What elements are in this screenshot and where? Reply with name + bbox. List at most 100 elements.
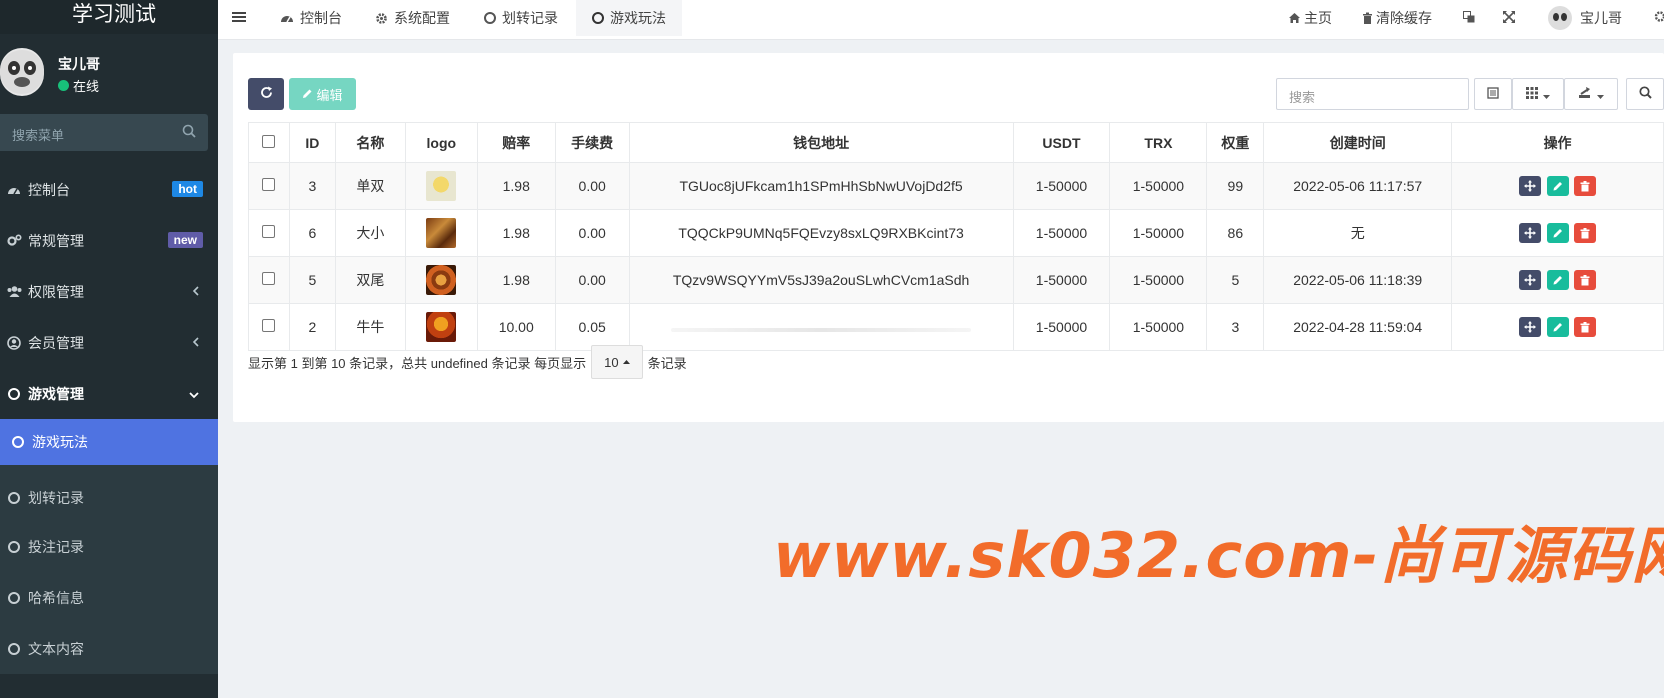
fullscreen-button[interactable]: [1503, 0, 1515, 36]
cell-fee: 0.00: [554, 209, 630, 257]
columns-dropdown[interactable]: [1512, 78, 1564, 110]
table-search-input[interactable]: 搜索: [1276, 78, 1469, 110]
table-row[interactable]: 6 大小 1.98 0.00 TQQCkP9UMNq5FQEvzy8sxLQ9R…: [248, 209, 1664, 257]
app-logo[interactable]: 学习测试: [0, 0, 218, 34]
table-header-row: ID 名称 logo 赔率 手续费 钱包地址 USDT TRX 权重 创建时间 …: [248, 122, 1664, 163]
cell-weight: 99: [1206, 162, 1265, 210]
watermark-text: www.sk032.com-尚可源码网: [773, 519, 1664, 592]
table-row[interactable]: 3 单双 1.98 0.00 TGUoc8jUFkcam1h1SPmHhSbNw…: [248, 162, 1664, 210]
table-row[interactable]: 5 双尾 1.98 0.00 TQzv9WSQYYmV5sJ39a2ouSLwh…: [248, 256, 1664, 304]
drag-sort-button[interactable]: [1518, 176, 1541, 196]
row-checkbox[interactable]: [262, 319, 276, 332]
drag-sort-button[interactable]: [1518, 317, 1541, 337]
hamburger-icon: [232, 10, 246, 26]
game-logo-image[interactable]: [426, 265, 457, 295]
sidebar-item-hash-info[interactable]: 哈希信息: [0, 572, 218, 623]
column-header[interactable]: 权重: [1206, 122, 1265, 163]
cell-trx: 1-50000: [1109, 162, 1208, 210]
select-all-checkbox[interactable]: [262, 134, 276, 148]
sidebar-item-text-content[interactable]: 文本内容: [0, 623, 218, 674]
cell-actions: [1451, 303, 1664, 351]
tab-dashboard[interactable]: 控制台: [280, 0, 342, 36]
tab-transfer-records[interactable]: 划转记录: [484, 0, 558, 36]
sidebar-search-input[interactable]: 搜索菜单: [0, 114, 208, 151]
sidebar-item-dashboard[interactable]: 控制台 hot: [0, 164, 218, 215]
sidebar-item-label: 常规管理: [28, 232, 84, 249]
trash-icon: [1580, 321, 1590, 332]
pencil-icon: [1553, 182, 1562, 191]
row-delete-button[interactable]: [1574, 223, 1597, 243]
sidebar-item-permission[interactable]: 权限管理: [0, 266, 218, 317]
select-all-cell: [248, 122, 290, 163]
toggle-view-button[interactable]: [1474, 78, 1512, 110]
column-header[interactable]: TRX: [1109, 122, 1208, 163]
cell-id: 3: [288, 162, 336, 210]
row-edit-button[interactable]: [1546, 223, 1569, 243]
row-checkbox[interactable]: [262, 272, 276, 285]
cell-name: 双尾: [334, 256, 406, 304]
advanced-search-button[interactable]: [1626, 78, 1664, 110]
chevron-down-icon: [188, 386, 200, 402]
column-header[interactable]: 手续费: [554, 122, 630, 163]
row-checkbox[interactable]: [262, 225, 276, 238]
settings-button[interactable]: [1654, 0, 1664, 36]
sidebar-submenu-game: 游戏玩法 划转记录 投注记录 哈希信息 文本内容: [0, 419, 218, 674]
row-edit-button[interactable]: [1546, 317, 1569, 337]
sidebar-item-game[interactable]: 游戏管理: [0, 368, 218, 419]
cell-logo: [404, 303, 478, 351]
circle-icon: [6, 641, 22, 657]
sidebar-item-transfer-records[interactable]: 划转记录: [0, 465, 218, 521]
menu-toggle-button[interactable]: [232, 0, 246, 36]
column-header[interactable]: ID: [288, 122, 336, 163]
sidebar-item-game-rules[interactable]: 游戏玩法: [0, 419, 218, 465]
table-row[interactable]: 2 牛牛 10.00 0.05 1-50000 1-50000 3 2022-0…: [248, 303, 1664, 351]
row-checkbox[interactable]: [262, 178, 276, 191]
cell-odds: 1.98: [476, 162, 556, 210]
sidebar-item-label: 哈希信息: [28, 589, 84, 606]
cell-usdt: 1-50000: [1012, 256, 1111, 304]
row-edit-button[interactable]: [1546, 176, 1569, 196]
column-header[interactable]: USDT: [1012, 122, 1111, 163]
sidebar-item-member[interactable]: 会员管理: [0, 317, 218, 368]
edit-label: 编辑: [316, 87, 343, 103]
row-edit-button[interactable]: [1546, 270, 1569, 290]
user-menu[interactable]: 宝儿哥: [1548, 0, 1622, 36]
tab-system-config[interactable]: 系统配置: [375, 0, 450, 36]
edit-button[interactable]: 编辑: [289, 78, 356, 110]
refresh-button[interactable]: [248, 78, 284, 110]
tab-label: 游戏玩法: [610, 10, 666, 26]
sidebar-item-label: 控制台: [28, 181, 70, 198]
row-delete-button[interactable]: [1574, 176, 1597, 196]
game-logo-image[interactable]: [426, 312, 457, 342]
home-label: 主页: [1304, 10, 1332, 26]
sidebar-item-bet-records[interactable]: 投注记录: [0, 521, 218, 572]
tab-label: 控制台: [300, 10, 342, 26]
sidebar-item-label: 文本内容: [28, 640, 84, 657]
tab-game-rules[interactable]: 游戏玩法: [576, 0, 682, 36]
column-header[interactable]: 钱包地址: [628, 122, 1014, 163]
column-header[interactable]: logo: [404, 122, 478, 163]
dashboard-icon: [280, 12, 294, 24]
user-name: 宝儿哥: [58, 56, 100, 72]
cell-actions: [1451, 209, 1664, 257]
page-size-dropdown[interactable]: 10: [591, 345, 643, 379]
drag-sort-button[interactable]: [1518, 270, 1541, 290]
row-delete-button[interactable]: [1574, 270, 1597, 290]
column-header[interactable]: 赔率: [476, 122, 556, 163]
column-header[interactable]: 创建时间: [1263, 122, 1453, 163]
game-logo-image[interactable]: [426, 218, 457, 248]
row-delete-button[interactable]: [1574, 317, 1597, 337]
export-dropdown[interactable]: [1564, 78, 1618, 110]
clear-cache-button[interactable]: 清除缓存: [1362, 0, 1432, 36]
cell-created: 无: [1263, 209, 1453, 257]
drag-sort-button[interactable]: [1518, 223, 1541, 243]
cell-id: 2: [288, 303, 336, 351]
game-logo-image[interactable]: [426, 171, 457, 201]
search-icon[interactable]: [182, 124, 196, 141]
home-link[interactable]: 主页: [1288, 0, 1332, 36]
pencil-icon: [1553, 276, 1562, 285]
translate-button[interactable]: [1463, 0, 1475, 36]
sidebar-item-general[interactable]: 常规管理 new: [0, 215, 218, 266]
column-header[interactable]: 名称: [334, 122, 406, 163]
cell-logo: [404, 209, 478, 257]
